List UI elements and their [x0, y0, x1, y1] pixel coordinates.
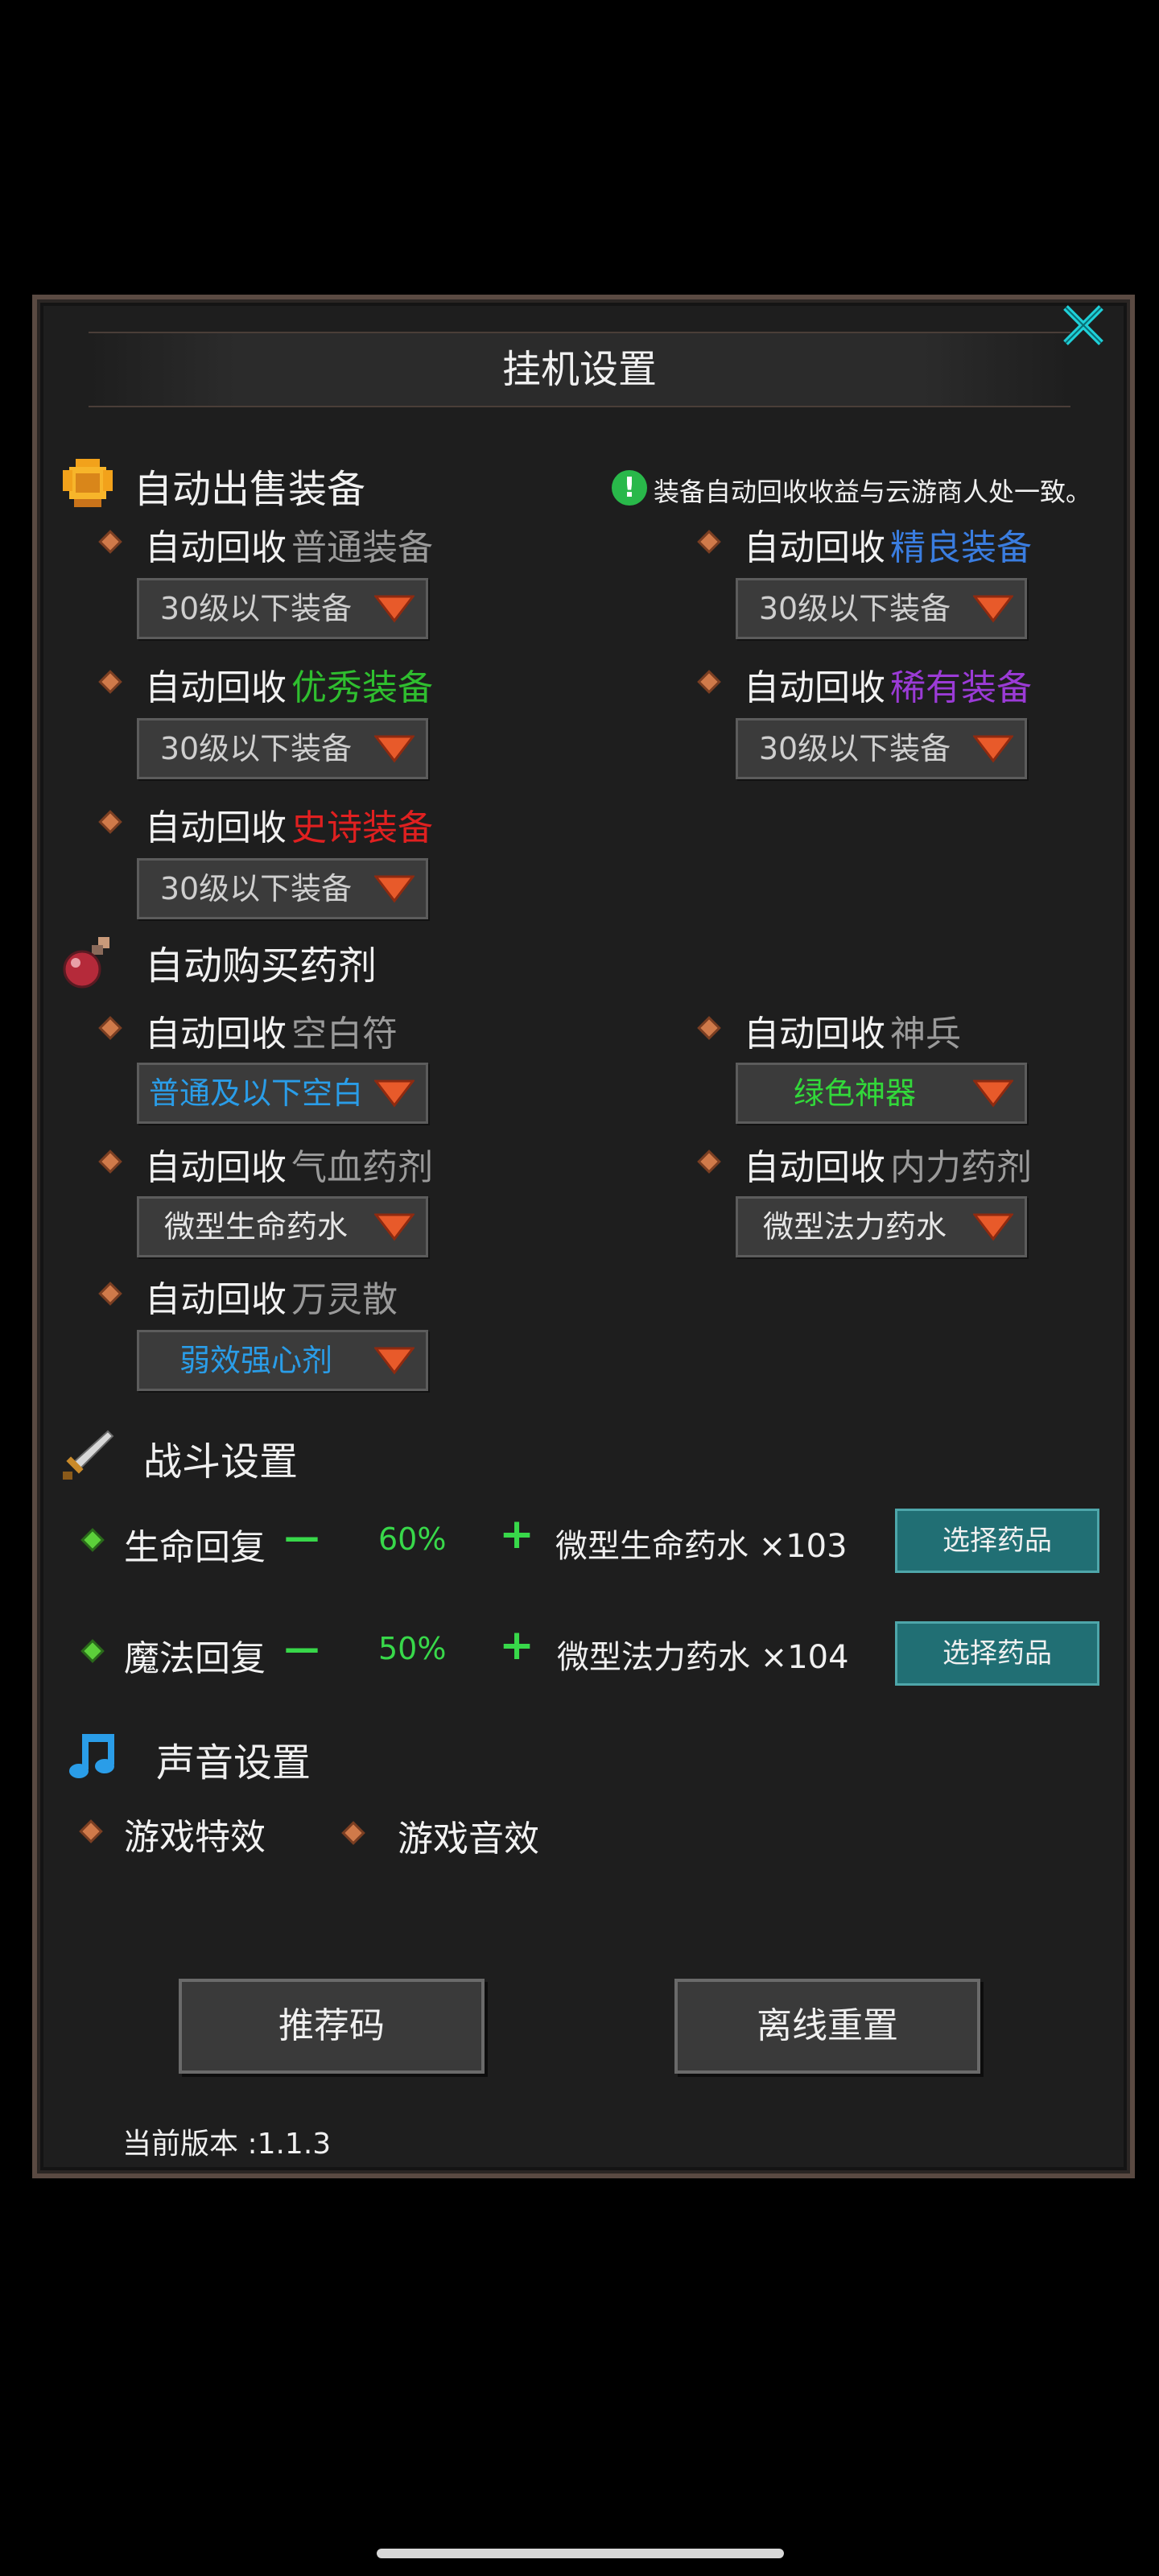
mp-increase-button[interactable]: +: [496, 1621, 538, 1670]
hp-recover-label: 生命回复: [124, 1527, 266, 1568]
sell-item-rare-label: 自动回收 稀有装备: [744, 667, 1032, 708]
triangle-down-icon: [374, 595, 415, 623]
sell-item-excellent-label: 自动回收 优秀装备: [145, 667, 433, 708]
dropdown-value: 弱效强心剂: [179, 1343, 332, 1378]
game-audio-toggle[interactable]: 游戏音效: [398, 1810, 539, 1861]
dropdown-value: 30级以下装备: [159, 591, 353, 626]
buy-item-blank-label: 自动回收 空白符: [145, 1013, 398, 1055]
recycle-note: 装备自动回收收益与云游商人处一致。: [654, 477, 1092, 507]
diamond-bullet-icon: [341, 1821, 365, 1845]
sell-item-epic-label: 自动回收 史诗装备: [145, 807, 433, 848]
green-gem-icon: [80, 1528, 105, 1552]
diamond-bullet-icon: [697, 1016, 721, 1040]
diamond-bullet-icon: [98, 1016, 122, 1040]
diamond-bullet-icon: [697, 1150, 721, 1174]
mp-recover-label: 魔法回复: [124, 1638, 266, 1679]
exclamation-icon: !: [612, 470, 647, 506]
buy-item-hp-label: 自动回收 气血药剂: [145, 1147, 433, 1188]
dropdown-value: 微型生命药水: [163, 1209, 348, 1245]
triangle-down-icon: [973, 1080, 1013, 1108]
hp-decrease-button[interactable]: —: [282, 1513, 322, 1562]
triangle-down-icon: [374, 1080, 415, 1108]
triangle-down-icon: [973, 1213, 1013, 1241]
sell-fine-dropdown[interactable]: 30级以下装备: [736, 578, 1027, 639]
buy-item-wanlingsan-label: 自动回收 万灵散: [145, 1279, 398, 1320]
dropdown-value: 30级以下装备: [758, 591, 951, 626]
mp-decrease-button[interactable]: —: [282, 1624, 322, 1673]
triangle-down-icon: [374, 1213, 415, 1241]
triangle-down-icon: [374, 1347, 415, 1375]
page-title: 挂机设置: [89, 332, 1070, 407]
sell-item-normal-label: 自动回收 普通装备: [145, 527, 433, 568]
buy-wanlingsan-dropdown[interactable]: 弱效强心剂: [137, 1330, 428, 1391]
buy-hp-dropdown[interactable]: 微型生命药水: [137, 1196, 428, 1257]
hp-increase-button[interactable]: +: [496, 1510, 538, 1558]
triangle-down-icon: [973, 735, 1013, 763]
music-note-icon: [69, 1734, 114, 1778]
diamond-bullet-icon: [697, 530, 721, 554]
diamond-bullet-icon: [98, 810, 122, 834]
hp-potion-info: 微型生命药水 ×103: [555, 1528, 848, 1565]
hp-select-potion-button[interactable]: 选择药品: [895, 1509, 1099, 1573]
dropdown-value: 30级以下装备: [758, 731, 951, 766]
potion-flask-icon: [63, 937, 109, 989]
hp-threshold-value: 60%: [378, 1521, 447, 1557]
dropdown-value: 30级以下装备: [159, 731, 353, 766]
diamond-bullet-icon: [79, 1819, 103, 1843]
diamond-bullet-icon: [98, 1150, 122, 1174]
diamond-bullet-icon: [98, 1282, 122, 1306]
sell-epic-dropdown[interactable]: 30级以下装备: [137, 858, 428, 919]
sell-normal-dropdown[interactable]: 30级以下装备: [137, 578, 428, 639]
diamond-bullet-icon: [98, 530, 122, 554]
sell-excellent-dropdown[interactable]: 30级以下装备: [137, 718, 428, 779]
triangle-down-icon: [973, 595, 1013, 623]
buy-blank-dropdown[interactable]: 普通及以下空白: [137, 1063, 428, 1124]
triangle-down-icon: [374, 735, 415, 763]
section-title-combat: 战斗设置: [143, 1439, 299, 1484]
game-effects-toggle[interactable]: 游戏特效: [124, 1808, 266, 1860]
buy-weapon-dropdown[interactable]: 绿色神器: [736, 1063, 1027, 1124]
sword-icon: [63, 1430, 114, 1480]
diamond-bullet-icon: [697, 670, 721, 694]
offline-reset-button[interactable]: 离线重置: [674, 1979, 980, 2074]
buy-item-mp-label: 自动回收 内力药剂: [744, 1147, 1032, 1188]
triangle-down-icon: [374, 875, 415, 903]
sell-item-fine-label: 自动回收 精良装备: [744, 527, 1032, 568]
dropdown-value: 普通及以下空白: [148, 1075, 363, 1111]
green-gem-icon: [80, 1639, 105, 1663]
section-title-sound: 声音设置: [156, 1740, 311, 1785]
sell-rare-dropdown[interactable]: 30级以下装备: [736, 718, 1027, 779]
section-title-buy: 自动购买药剂: [145, 943, 377, 989]
home-indicator[interactable]: [377, 2549, 784, 2558]
dropdown-value: 绿色神器: [793, 1075, 916, 1111]
dropdown-value: 30级以下装备: [159, 871, 353, 906]
mp-threshold-value: 50%: [378, 1631, 447, 1666]
version-label: 当前版本 :1.1.3: [122, 2128, 332, 2161]
referral-code-button[interactable]: 推荐码: [179, 1979, 485, 2074]
section-title-sell: 自动出售装备: [134, 467, 366, 512]
buy-mp-dropdown[interactable]: 微型法力药水: [736, 1196, 1027, 1257]
dropdown-value: 微型法力药水: [762, 1209, 947, 1245]
mp-select-potion-button[interactable]: 选择药品: [895, 1621, 1099, 1686]
diamond-bullet-icon: [98, 670, 122, 694]
mp-potion-info: 微型法力药水 ×104: [557, 1639, 849, 1676]
gold-armor-icon: [63, 459, 113, 507]
buy-item-weapon-label: 自动回收 神兵: [744, 1013, 961, 1055]
